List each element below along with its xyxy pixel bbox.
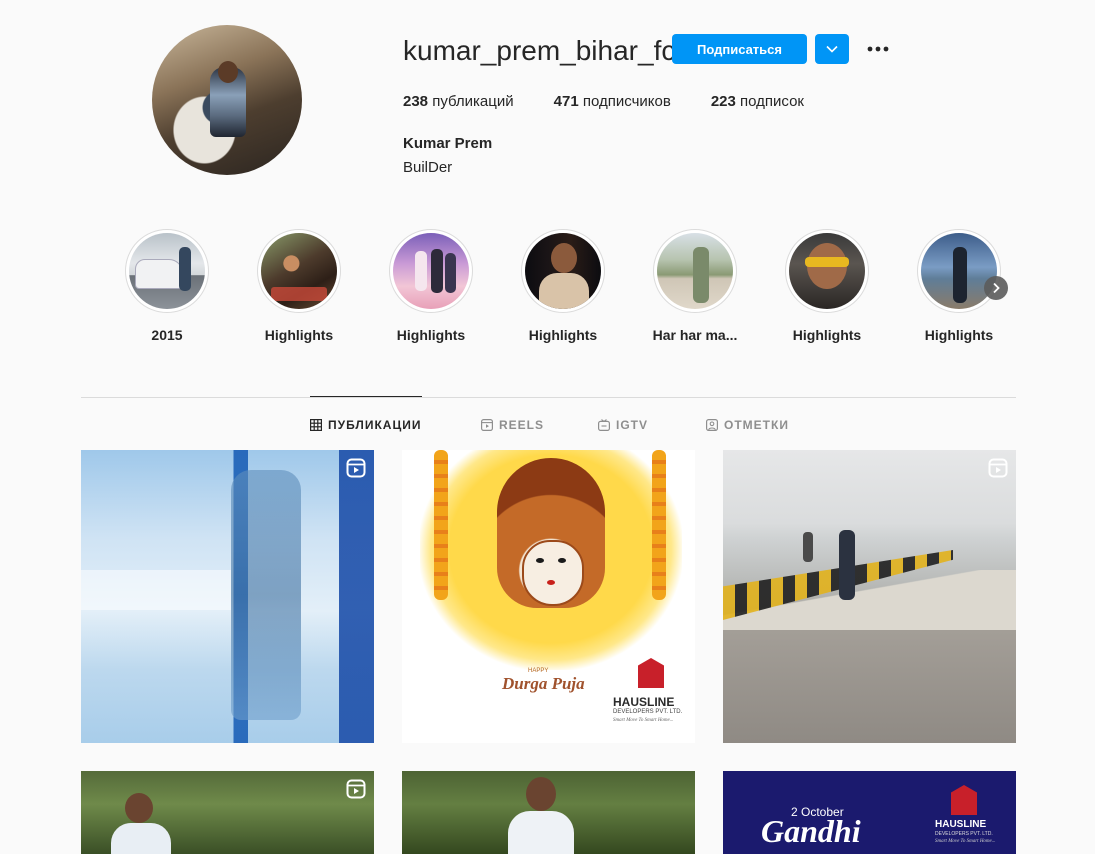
tagged-icon [706,419,718,431]
highlights-next-button[interactable] [984,276,1008,300]
highlight-ring [521,229,605,313]
profile-bio: BuilDer [403,159,453,176]
grid-icon [310,419,322,431]
profile-full-name: Kumar Prem [403,135,493,152]
highlight-item[interactable]: Highlights [518,229,608,343]
more-options-button[interactable] [866,36,890,62]
stat-followers[interactable]: 471 подписчиков [554,92,671,112]
tab-reels[interactable]: REELS [481,417,544,433]
reel-badge-icon [988,458,1008,478]
post-thumbnail[interactable] [81,450,374,743]
durga-title: Durga Puja [502,674,585,693]
highlight-image [657,233,733,309]
gandhi-tagline: Smart Move To Smart Home... [935,839,996,844]
profile-username: kumar_prem_bihar_fc [403,35,676,66]
profile-stats: 238 публикаций 471 подписчиков 223 подпи… [403,92,804,112]
post-thumbnail[interactable] [81,771,374,854]
gandhi-brand-sub: DEVELOPERS PVT. LTD. [935,831,993,837]
igtv-icon [598,419,610,431]
post-thumbnail[interactable]: 2 October Gandhi HAUSLINE DEVELOPERS PVT… [723,771,1016,854]
highlight-item[interactable]: Har har ma... [650,229,740,343]
post-thumbnail[interactable]: HAPPY Durga Puja HAUSLINE DEVELOPERS PVT… [402,450,695,743]
active-tab-indicator [310,396,422,397]
stat-posts-label: публикаций [432,93,514,110]
reel-badge-icon [346,458,366,478]
highlight-label: Highlights [924,327,994,343]
chevron-down-icon [826,45,838,53]
highlight-label: 2015 [151,327,183,343]
highlight-image [525,233,601,309]
avatar-head [218,61,238,83]
tab-tagged-label: ОТМЕТКИ [724,418,789,432]
tab-igtv[interactable]: IGTV [598,417,648,433]
highlight-image [789,233,865,309]
tab-reels-label: REELS [499,418,545,432]
tab-posts-label: ПУБЛИКАЦИИ [328,418,422,432]
stat-following-count: 223 [710,93,736,110]
chevron-right-icon [993,282,1000,294]
highlight-label: Highlights [264,327,334,343]
stat-following-label: подписок [740,93,804,110]
highlight-item[interactable]: Highlights [386,229,476,343]
highlight-item[interactable]: 2015 [122,229,212,343]
highlight-ring [785,229,869,313]
durga-brand: HAUSLINE [613,695,675,709]
durga-tagline: Smart Move To Smart Home... [613,718,674,723]
tab-posts[interactable]: ПУБЛИКАЦИИ [310,417,421,433]
stat-following[interactable]: 223 подписок [711,92,804,112]
highlight-label: Highlights [792,327,862,343]
ellipsis-icon [867,46,889,52]
stat-followers-label: подписчиков [582,93,671,110]
gandhi-brand: HAUSLINE [935,819,987,830]
highlight-image [129,233,205,309]
suggested-dropdown-button[interactable] [815,34,849,64]
highlight-ring [653,229,737,313]
post-thumbnail[interactable] [402,771,695,854]
highlight-ring [389,229,473,313]
highlight-ring [257,229,341,313]
highlight-item[interactable]: Highlights [254,229,344,343]
stat-followers-count: 471 [553,93,579,110]
highlight-label: Highlights [528,327,598,343]
durga-brand-sub: DEVELOPERS PVT. LTD. [613,709,683,715]
reel-badge-icon [346,779,366,799]
tab-tagged[interactable]: ОТМЕТКИ [706,417,789,433]
highlight-image [393,233,469,309]
stat-posts[interactable]: 238 публикаций [403,92,514,112]
profile-avatar[interactable] [152,25,302,175]
highlight-item[interactable]: Highlights [782,229,872,343]
tab-igtv-label: IGTV [616,418,649,432]
tabs-divider [81,397,1016,398]
reels-icon [481,419,493,431]
hausline-logo [951,785,977,815]
highlight-label: Highlights [396,327,466,343]
highlight-image [921,233,997,309]
highlight-label: Har har ma... [652,327,738,343]
follow-button[interactable]: Подписаться [672,34,807,64]
post-thumbnail[interactable] [723,450,1016,743]
highlight-ring [125,229,209,313]
stat-posts-count: 238 [403,93,429,110]
highlight-ring [917,229,1001,313]
gandhi-title: Gandhi [761,813,861,849]
highlight-image [261,233,337,309]
